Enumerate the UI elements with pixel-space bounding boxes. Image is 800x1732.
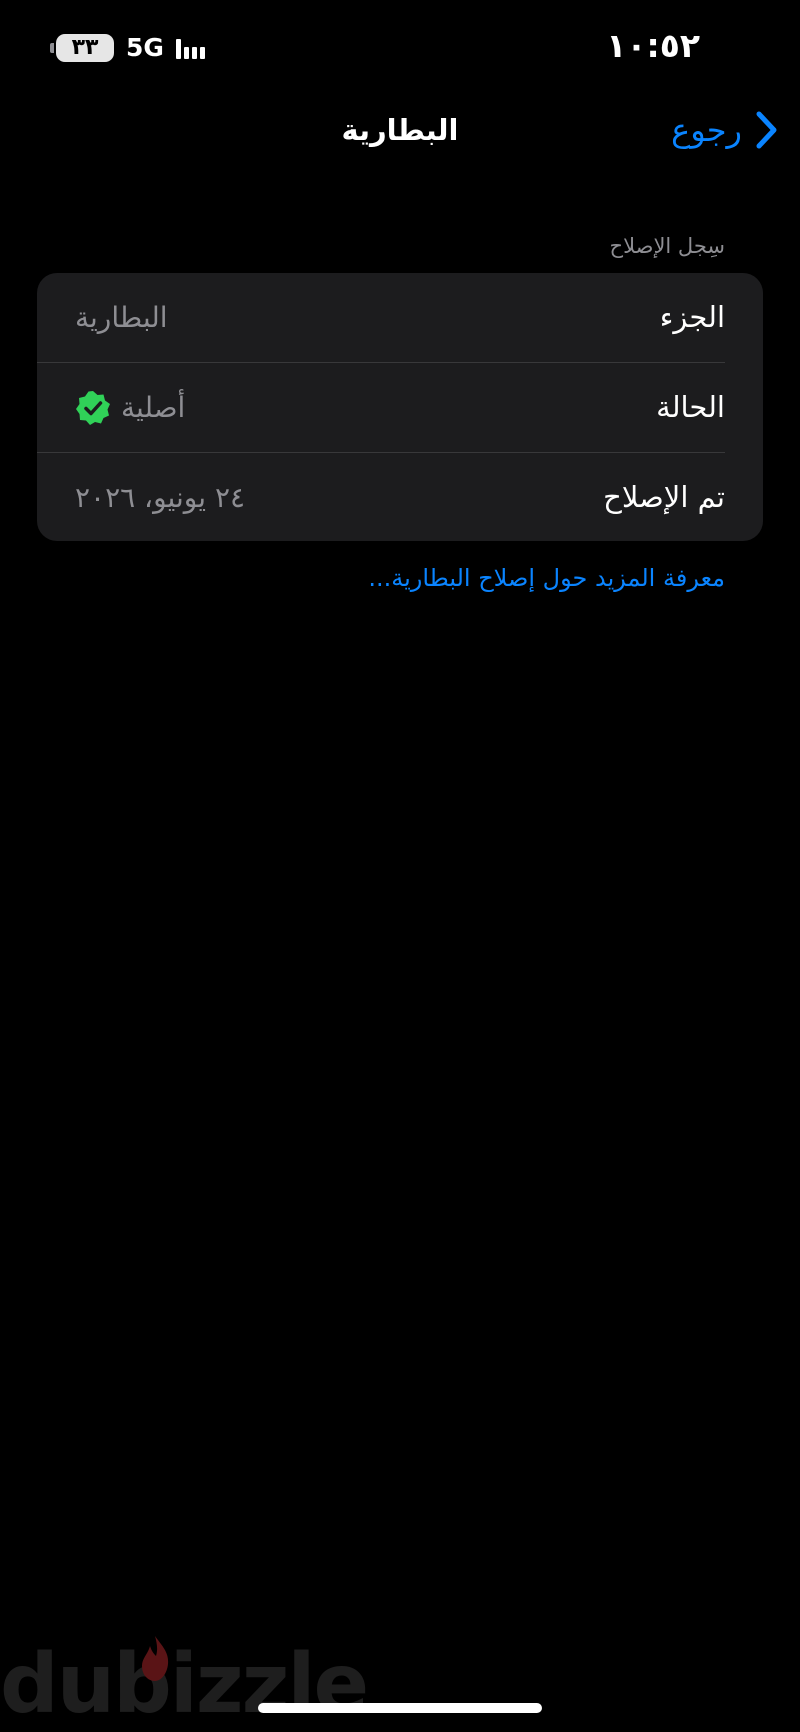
section-header: سِجل الإصلاح bbox=[609, 234, 725, 258]
flame-logo-icon bbox=[138, 1634, 172, 1688]
learn-more-link[interactable]: معرفة المزيد حول إصلاح البطارية... bbox=[368, 558, 725, 598]
repair-history-card: الجزء البطارية الحالة أصلية تم الإصلاح ٢… bbox=[37, 273, 763, 541]
row-label: تم الإصلاح bbox=[603, 480, 725, 514]
row-part: الجزء البطارية bbox=[37, 273, 763, 362]
signal-bar bbox=[183, 47, 189, 59]
signal-bars-icon bbox=[175, 37, 205, 59]
row-repair-date: تم الإصلاح ٢٤ يونيو، ٢٠٢٦ bbox=[37, 453, 763, 541]
dubizzle-watermark: dubizzle bbox=[0, 1636, 369, 1732]
verified-checkmark-icon bbox=[75, 390, 111, 426]
signal-bar bbox=[199, 47, 205, 59]
row-status: الحالة أصلية bbox=[37, 363, 763, 452]
signal-bar bbox=[175, 39, 181, 59]
row-value: أصلية bbox=[75, 363, 185, 452]
row-value: ٢٤ يونيو، ٢٠٢٦ bbox=[75, 453, 245, 541]
part-value: البطارية bbox=[75, 301, 168, 334]
page-title: البطارية bbox=[341, 113, 459, 147]
signal-bar bbox=[191, 47, 197, 59]
status-indicators: ٣٣ 5G bbox=[50, 30, 205, 66]
status-time: ١٠:٥٢ bbox=[606, 26, 700, 65]
battery-level: ٣٣ bbox=[71, 35, 99, 60]
repair-date-value: ٢٤ يونيو، ٢٠٢٦ bbox=[75, 481, 246, 514]
back-label: رجوع bbox=[671, 111, 742, 149]
battery-icon: ٣٣ bbox=[50, 34, 114, 62]
back-button[interactable]: رجوع bbox=[671, 102, 778, 158]
row-label: الحالة bbox=[656, 390, 725, 424]
row-label: الجزء bbox=[659, 300, 725, 334]
row-value: البطارية bbox=[75, 273, 168, 362]
chevron-back-icon bbox=[756, 111, 778, 149]
status-value: أصلية bbox=[121, 391, 186, 424]
home-indicator[interactable] bbox=[258, 1703, 542, 1713]
network-type: 5G bbox=[126, 33, 164, 62]
watermark-text: dubizzle bbox=[0, 1637, 369, 1732]
battery-tip bbox=[50, 43, 54, 53]
